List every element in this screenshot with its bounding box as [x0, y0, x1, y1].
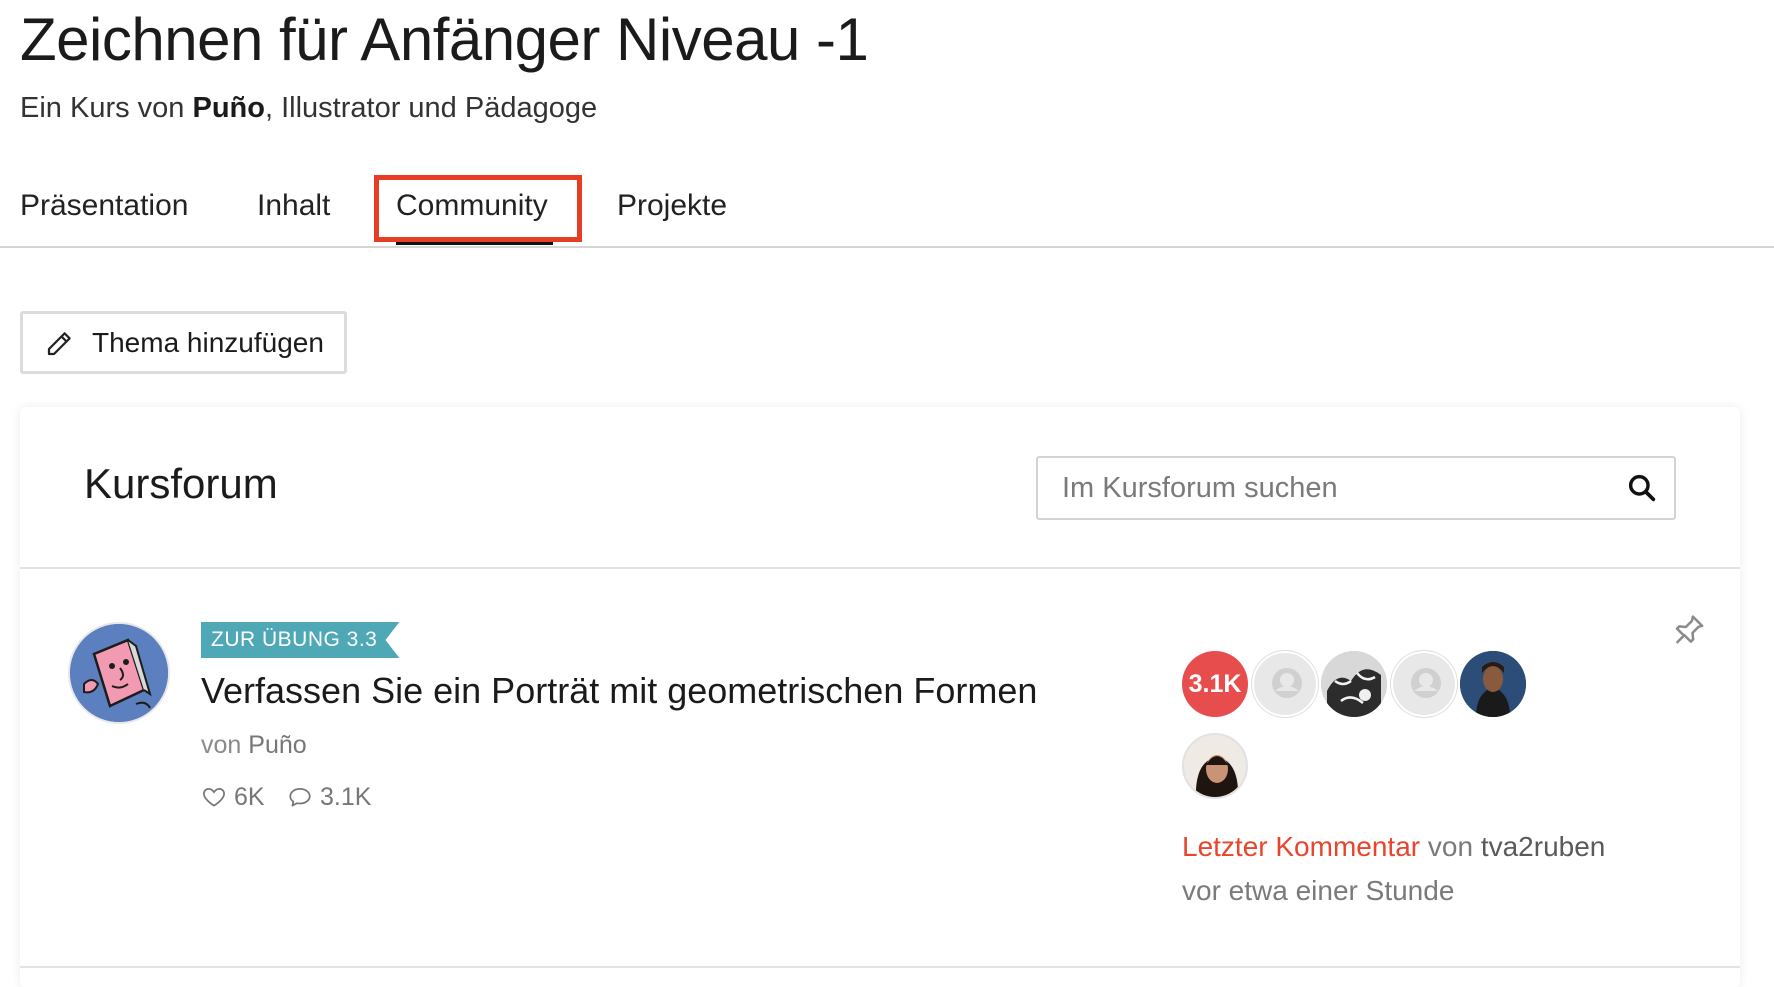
last-comment-time: vor etwa einer Stunde	[1182, 875, 1455, 906]
tab-projekte[interactable]: Projekte	[617, 188, 727, 224]
last-comment-by: von	[1427, 831, 1474, 862]
last-comment-link[interactable]: Letzter Kommentar	[1182, 831, 1420, 862]
post-author-prefix: von	[201, 731, 242, 759]
forum-header: Kursforum	[20, 407, 1740, 569]
subtitle-suffix: , Illustrator und Pädagoge	[264, 92, 598, 124]
tab-praesentation[interactable]: Präsentation	[20, 188, 188, 224]
search-icon[interactable]	[1626, 472, 1658, 504]
community-tab-highlight	[374, 175, 582, 242]
avatar[interactable]	[1460, 651, 1526, 717]
post-author-link[interactable]: Puño	[248, 731, 306, 759]
avatar[interactable]	[1391, 651, 1457, 717]
add-topic-button[interactable]: Thema hinzufügen	[20, 311, 347, 374]
post-byline: von Puño	[201, 729, 307, 761]
photo-avatar-icon	[1460, 651, 1526, 717]
forum-title: Kursforum	[84, 460, 278, 507]
last-comment-info: Letzter Kommentar von tva2ruben vor etwa…	[1182, 825, 1605, 913]
likes-stat[interactable]: 6K	[201, 781, 265, 813]
subtitle-prefix: Ein Kurs von	[20, 92, 185, 124]
default-user-icon	[1272, 668, 1302, 698]
comments-stat[interactable]: 3.1K	[287, 781, 371, 813]
comments-count: 3.1K	[320, 783, 372, 811]
likes-count: 6K	[234, 783, 265, 811]
avatar[interactable]	[1321, 651, 1387, 717]
exercise-tag[interactable]: ZUR ÜBUNG 3.3	[201, 622, 400, 658]
post-author-avatar[interactable]	[68, 622, 170, 724]
course-title: Zeichnen für Anfänger Niveau -1	[20, 6, 869, 73]
course-author-link[interactable]: Puño	[192, 92, 265, 124]
author-illustration-icon	[70, 624, 168, 722]
divider	[20, 966, 1740, 968]
pin-icon[interactable]	[1668, 610, 1708, 650]
photo-avatar-icon	[1184, 735, 1246, 797]
post-title[interactable]: Verfassen Sie ein Porträt mit geometrisc…	[201, 669, 1037, 713]
avatar[interactable]	[1252, 651, 1318, 717]
default-user-icon	[1411, 668, 1441, 698]
pencil-icon	[47, 332, 71, 356]
forum-search	[1036, 456, 1676, 520]
add-topic-label: Thema hinzufügen	[92, 327, 324, 358]
forum-search-input[interactable]	[1038, 458, 1622, 518]
tab-inhalt[interactable]: Inhalt	[257, 188, 330, 224]
forum-card: Kursforum ZUR ÜBUNG 3.3 Verfassen Sie ei…	[20, 407, 1740, 987]
comment-bubble-icon	[289, 788, 311, 807]
course-subtitle: Ein Kurs von Puño, Illustrator und Pädag…	[20, 90, 597, 126]
avatar[interactable]	[1182, 733, 1248, 799]
participants-count-badge[interactable]: 3.1K	[1182, 651, 1248, 717]
last-comment-user[interactable]: tva2ruben	[1481, 831, 1606, 862]
course-tabs: Präsentation Inhalt Community Projekte	[0, 176, 1774, 248]
heart-icon	[203, 788, 225, 807]
sketch-avatar-icon	[1321, 651, 1387, 717]
